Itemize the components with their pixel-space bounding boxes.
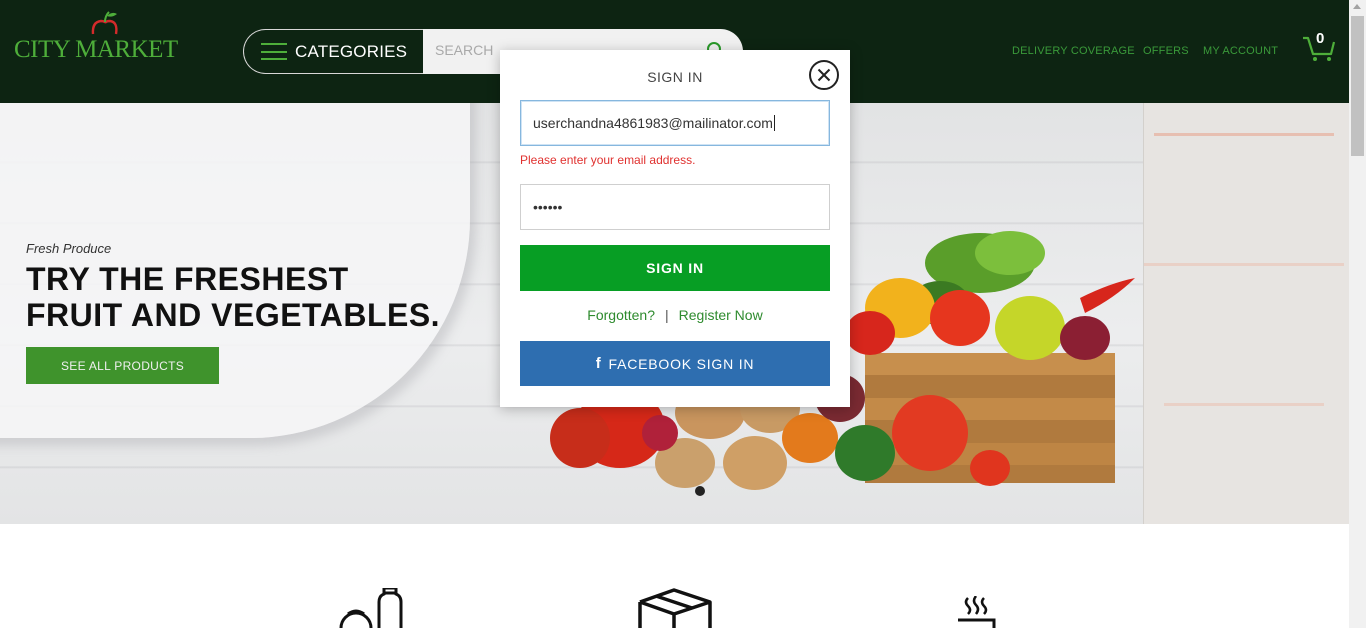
sign-in-modal: SIGN IN userchandna4861983@mailinator.co… — [500, 50, 850, 407]
link-separator: | — [665, 307, 669, 323]
close-icon[interactable] — [808, 59, 840, 91]
search-placeholder: SEARCH — [435, 42, 494, 58]
facebook-sign-in-button[interactable]: f FACEBOOK SIGN IN — [520, 341, 830, 386]
modal-title: SIGN IN — [647, 69, 703, 85]
groceries-icon — [339, 588, 403, 628]
hamburger-icon — [261, 43, 287, 60]
hot-drink-icon — [958, 596, 996, 628]
scroll-thumb[interactable] — [1351, 16, 1364, 156]
see-all-products-button[interactable]: SEE ALL PRODUCTS — [26, 347, 219, 384]
hero-side-panel — [1143, 103, 1349, 524]
page-scrollbar[interactable] — [1349, 0, 1366, 628]
logo-text: CITY MARKET — [14, 36, 178, 63]
password-field[interactable]: •••••• — [520, 184, 830, 230]
email-error-message: Please enter your email address. — [520, 153, 696, 167]
account-links: Forgotten? | Register Now — [500, 307, 850, 323]
sign-in-button[interactable]: SIGN IN — [520, 245, 830, 291]
carousel-dot[interactable] — [695, 486, 705, 496]
nav-offers[interactable]: OFFERS — [1143, 45, 1189, 57]
scroll-up-arrow-icon[interactable] — [1353, 4, 1361, 9]
hero-title-line1: TRY THE FRESHEST — [26, 261, 349, 297]
cart-count: 0 — [1316, 30, 1325, 47]
text-caret — [773, 115, 775, 131]
nav-my-account[interactable]: MY ACCOUNT — [1203, 45, 1278, 57]
facebook-sign-in-label: FACEBOOK SIGN IN — [608, 355, 755, 372]
features-strip — [0, 524, 1349, 628]
register-now-link[interactable]: Register Now — [679, 307, 763, 323]
hero-title-line2: FRUIT AND VEGETABLES. — [26, 297, 441, 333]
nav-delivery-coverage[interactable]: DELIVERY COVERAGE — [1012, 45, 1135, 57]
hero-title: TRY THE FRESHEST FRUIT AND VEGETABLES. — [26, 261, 440, 333]
logo[interactable]: CITY MARKET — [14, 10, 178, 70]
email-field[interactable]: userchandna4861983@mailinator.com — [520, 100, 830, 146]
hero-kicker: Fresh Produce — [26, 241, 112, 256]
password-value: •••••• — [533, 199, 563, 215]
box-icon — [638, 588, 712, 628]
email-value: userchandna4861983@mailinator.com — [533, 115, 773, 131]
categories-button[interactable]: CATEGORIES — [243, 29, 423, 74]
categories-label: CATEGORIES — [295, 41, 408, 61]
forgotten-link[interactable]: Forgotten? — [587, 307, 655, 323]
facebook-icon: f — [595, 355, 602, 372]
